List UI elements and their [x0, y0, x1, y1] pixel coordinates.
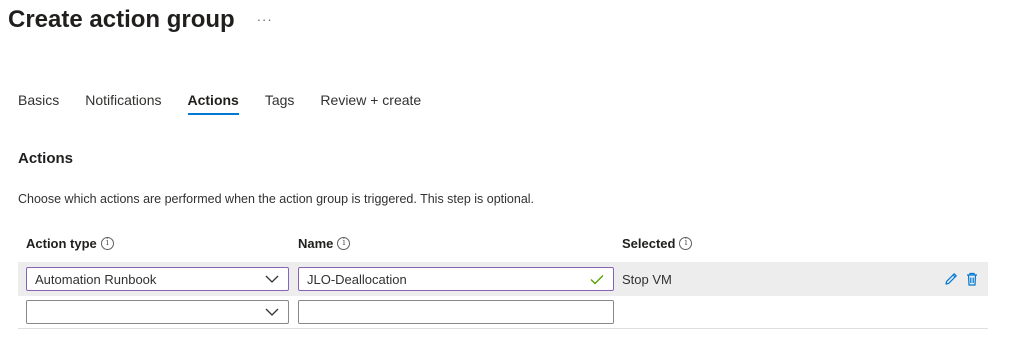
column-header-action-type: Action type i	[26, 236, 114, 251]
tab-basics[interactable]: Basics	[18, 92, 59, 115]
action-name-input[interactable]: JLO-Deallocation	[298, 267, 614, 291]
tab-tags[interactable]: Tags	[265, 92, 295, 115]
page-title: Create action group	[8, 6, 235, 33]
chevron-down-icon	[264, 271, 280, 287]
info-icon[interactable]: i	[679, 237, 693, 250]
dropdown-value: Automation Runbook	[35, 271, 157, 287]
action-type-dropdown-empty[interactable]	[26, 300, 289, 324]
chevron-down-icon	[264, 304, 280, 320]
info-icon[interactable]: i	[337, 237, 351, 250]
title-row: Create action group ···	[8, 4, 273, 36]
column-label: Selected	[622, 236, 676, 251]
column-label: Action type	[26, 236, 97, 251]
trash-icon[interactable]	[963, 270, 980, 287]
section-heading: Actions	[18, 150, 74, 167]
info-icon[interactable]: i	[100, 237, 114, 250]
action-name-input-empty[interactable]	[298, 300, 614, 324]
pencil-icon[interactable]	[942, 270, 959, 287]
tab-actions[interactable]: Actions	[187, 92, 240, 115]
column-header-name: Name i	[298, 236, 351, 251]
more-options-button[interactable]: ···	[257, 4, 273, 36]
checkmark-icon	[589, 271, 605, 287]
column-header-selected: Selected i	[622, 236, 693, 251]
tab-review-create[interactable]: Review + create	[320, 92, 421, 115]
action-type-dropdown[interactable]: Automation Runbook	[26, 267, 289, 291]
divider	[18, 328, 988, 329]
tab-bar: Basics Notifications Actions Tags Review…	[18, 92, 447, 115]
tab-notifications[interactable]: Notifications	[85, 92, 161, 115]
input-value: JLO-Deallocation	[307, 271, 407, 287]
selected-value: Stop VM	[622, 272, 672, 287]
section-description: Choose which actions are performed when …	[18, 192, 535, 206]
column-label: Name	[298, 236, 334, 251]
row-actions	[942, 270, 980, 287]
